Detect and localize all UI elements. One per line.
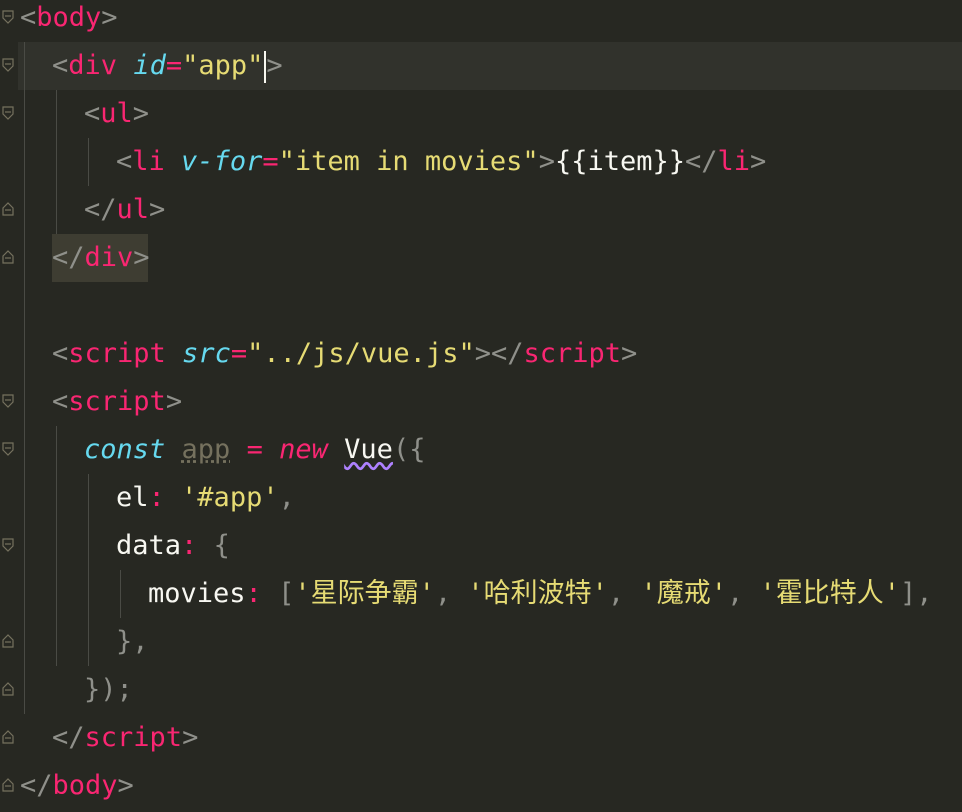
fold-open-icon[interactable] — [2, 106, 14, 120]
code-line-16[interactable]: </script> — [52, 714, 198, 762]
fold-open-icon[interactable] — [2, 394, 14, 408]
code-line-6[interactable]: </div> — [52, 234, 150, 282]
indent-guide — [88, 138, 89, 186]
code-line-11[interactable]: el: '#app', — [116, 474, 295, 522]
code-line-13[interactable]: movies: ['星际争霸', '哈利波特', '魔戒', '霍比特人'], — [148, 570, 933, 618]
fold-close-icon[interactable] — [2, 730, 14, 744]
indent-guide — [24, 42, 25, 714]
fold-close-icon[interactable] — [2, 250, 14, 264]
code-line-3[interactable]: <ul> — [84, 90, 149, 138]
code-line-14[interactable]: }, — [116, 618, 149, 666]
fold-open-icon[interactable] — [2, 58, 14, 72]
code-line-10[interactable]: const app = new Vue({ — [84, 426, 425, 474]
code-line-4[interactable]: <li v-for="item in movies">{{item}}</li> — [116, 138, 766, 186]
code-line-5[interactable]: </ul> — [84, 186, 165, 234]
fold-close-icon[interactable] — [2, 682, 14, 696]
indent-guide — [88, 474, 89, 666]
indent-guide — [56, 90, 57, 234]
indent-guide — [120, 570, 121, 618]
fold-open-icon[interactable] — [2, 442, 14, 456]
fold-close-icon[interactable] — [2, 778, 14, 792]
code-line-15[interactable]: }); — [84, 666, 133, 714]
code-line-17[interactable]: </body> — [20, 762, 134, 810]
code-line-9[interactable]: <script> — [52, 378, 182, 426]
code-line-8[interactable]: <script src="../js/vue.js"></script> — [52, 330, 637, 378]
fold-close-icon[interactable] — [2, 634, 14, 648]
editor-gutter — [0, 0, 18, 812]
code-line-2[interactable]: <div id="app" > — [52, 42, 283, 90]
indent-guide — [56, 426, 57, 666]
code-editor[interactable]: <body> <div id="app" > <ul> <li v-for="it… — [0, 0, 962, 812]
code-line-1[interactable]: <body> — [20, 0, 118, 42]
code-line-12[interactable]: data: { — [116, 522, 230, 570]
fold-open-icon[interactable] — [2, 538, 14, 552]
fold-close-icon[interactable] — [2, 202, 14, 216]
fold-open-icon[interactable] — [2, 10, 14, 24]
